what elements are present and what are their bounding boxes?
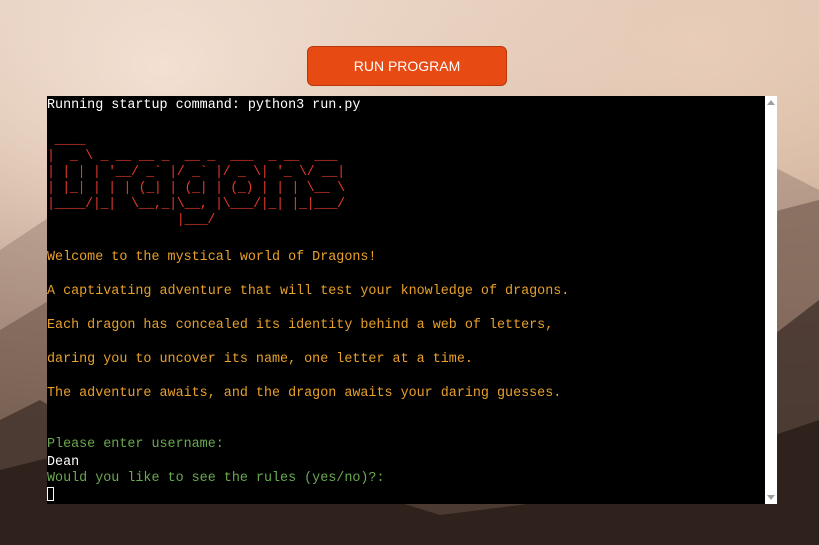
terminal[interactable]: Running startup command: python3 run.py … — [47, 96, 777, 504]
terminal-output: Running startup command: python3 run.py … — [47, 96, 765, 504]
rules-prompt: Would you like to see the rules (yes/no)… — [47, 471, 385, 486]
welcome-line: Welcome to the mystical world of Dragons… — [47, 250, 377, 265]
username-entered: Dean — [47, 455, 80, 470]
terminal-scrollbar[interactable] — [765, 96, 777, 504]
intro-line-4: The adventure awaits, and the dragon awa… — [47, 386, 562, 401]
intro-line-1: A captivating adventure that will test y… — [47, 284, 570, 299]
scroll-down-arrow-icon[interactable] — [767, 495, 775, 500]
intro-line-2: Each dragon has concealed its identity b… — [47, 318, 554, 333]
username-prompt: Please enter username: — [47, 437, 224, 452]
terminal-cursor[interactable] — [47, 487, 54, 501]
startup-command-line: Running startup command: python3 run.py — [47, 98, 361, 113]
scroll-up-arrow-icon[interactable] — [767, 100, 775, 105]
run-program-button[interactable]: RUN PROGRAM — [307, 46, 507, 86]
dragons-ascii-banner: ____ | _ \ _ __ __ _ __ _ ___ _ __ ___ |… — [47, 133, 345, 228]
intro-line-3: daring you to uncover its name, one lett… — [47, 352, 473, 367]
